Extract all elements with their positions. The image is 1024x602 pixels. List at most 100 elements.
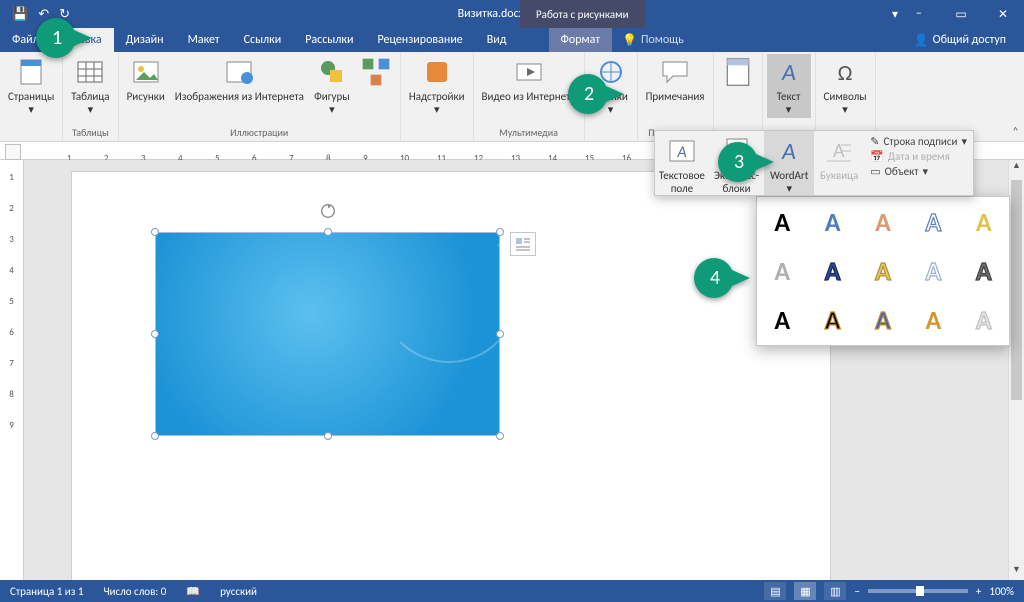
svg-text:Ω: Ω <box>838 59 853 86</box>
read-mode-button[interactable]: ▤ <box>764 582 786 600</box>
shapes-button[interactable]: Фигуры▾ <box>310 54 354 118</box>
svg-text:A: A <box>781 58 796 87</box>
resize-handle[interactable] <box>496 228 504 236</box>
page-indicator[interactable]: Страница 1 из 1 <box>10 585 83 598</box>
zoom-slider[interactable] <box>868 589 968 593</box>
datetime-button[interactable]: 📅Дата и время <box>870 150 967 163</box>
wordart-style-9[interactable]: A <box>908 246 958 295</box>
tab-view[interactable]: Вид <box>475 28 519 52</box>
selected-picture[interactable] <box>155 232 500 436</box>
zoom-in-button[interactable]: + <box>976 585 981 598</box>
symbols-button[interactable]: Ω Символы▾ <box>820 54 871 118</box>
dropcap-button[interactable]: A Буквица <box>814 131 864 195</box>
wordart-style-13[interactable]: A <box>858 296 908 345</box>
comments-button[interactable]: Примечания <box>642 54 709 105</box>
collapse-ribbon-icon[interactable]: ^ <box>1013 124 1018 137</box>
scroll-thumb[interactable] <box>1011 180 1022 400</box>
wordart-style-1[interactable]: A <box>757 197 807 246</box>
tab-format[interactable]: Формат <box>549 28 612 52</box>
vertical-scrollbar[interactable]: ▲ ▼ <box>1008 160 1024 580</box>
step-marker-3: 3 <box>716 140 776 186</box>
resize-handle[interactable] <box>151 228 159 236</box>
online-video-button[interactable]: Видео из Интернета <box>478 54 580 105</box>
dropcap-icon: A <box>823 135 855 167</box>
rotate-handle[interactable] <box>319 202 337 220</box>
step-marker-2: 2 <box>566 72 626 118</box>
scroll-up-icon[interactable]: ▲ <box>1009 160 1024 176</box>
resize-handle[interactable] <box>324 228 332 236</box>
pages-button[interactable]: Страницы▾ <box>4 54 58 118</box>
table-button[interactable]: Таблица▾ <box>67 54 113 118</box>
wordart-style-8[interactable]: A <box>858 246 908 295</box>
svg-text:A: A <box>781 137 796 166</box>
textbox-button[interactable]: A Текстовое поле <box>655 131 709 195</box>
object-button[interactable]: ▭Объект▾ <box>870 165 967 178</box>
wordart-style-15[interactable]: A <box>959 296 1009 345</box>
minimize-button[interactable]: − <box>898 0 940 28</box>
object-icon: ▭ <box>870 165 880 178</box>
share-button[interactable]: 👤 Общий доступ <box>904 33 1016 48</box>
signature-icon: ✎ <box>870 135 879 148</box>
signature-line-button[interactable]: ✎Строка подписи▾ <box>870 135 967 148</box>
ribbon: Страницы▾ Таблица▾ Таблицы Рисунки Изобр… <box>0 52 1024 142</box>
layout-options-button[interactable] <box>510 232 536 256</box>
word-count[interactable]: Число слов: 0 <box>103 585 166 598</box>
wordart-style-7[interactable]: A <box>807 246 857 295</box>
zoom-level[interactable]: 100% <box>989 585 1014 598</box>
save-icon[interactable]: 💾 <box>12 7 28 22</box>
textbox-icon: A <box>666 135 698 167</box>
window-buttons: − ▭ ✕ <box>898 0 1024 28</box>
pictures-icon <box>130 56 162 88</box>
wordart-style-12[interactable]: A <box>807 296 857 345</box>
titlebar: 💾 ↶ ↻ Визитка.docx - Word Работа с рисун… <box>0 0 1024 28</box>
text-group-button[interactable]: A Текст▾ <box>767 54 811 118</box>
resize-handle[interactable] <box>151 432 159 440</box>
tab-layout[interactable]: Макет <box>176 28 232 52</box>
wordart-style-10[interactable]: A <box>959 246 1009 295</box>
zoom-out-button[interactable]: − <box>854 585 859 598</box>
text-icon: A <box>773 56 805 88</box>
wordart-style-6[interactable]: A <box>757 246 807 295</box>
comment-icon <box>659 56 691 88</box>
online-pictures-button[interactable]: Изображения из Интернета <box>171 54 308 105</box>
language-indicator[interactable]: русский <box>220 585 257 598</box>
wordart-style-11[interactable]: A <box>757 296 807 345</box>
wordart-style-4[interactable]: A <box>908 197 958 246</box>
doc-name: Визитка.docx <box>458 7 524 21</box>
web-layout-button[interactable]: ▥ <box>824 582 846 600</box>
restore-button[interactable]: ▭ <box>940 0 982 28</box>
header-icon <box>722 56 754 88</box>
resize-handle[interactable] <box>496 330 504 338</box>
resize-handle[interactable] <box>151 330 159 338</box>
tab-mailings[interactable]: Рассылки <box>293 28 365 52</box>
wordart-gallery: AAAAAAAAAAAAAAA <box>756 196 1010 346</box>
text-group-popup: A Текстовое поле Экспресс-блоки A WordAr… <box>654 130 974 196</box>
status-bar: Страница 1 из 1 Число слов: 0 📖 русский … <box>0 580 1024 602</box>
shapes-icon <box>316 56 348 88</box>
tab-design[interactable]: Дизайн <box>114 28 176 52</box>
video-icon <box>513 56 545 88</box>
header-footer-button[interactable] <box>718 54 758 92</box>
person-icon: 👤 <box>914 33 929 48</box>
resize-handle[interactable] <box>496 432 504 440</box>
tab-references[interactable]: Ссылки <box>232 28 294 52</box>
smartart-button[interactable] <box>356 54 396 92</box>
close-button[interactable]: ✕ <box>982 0 1024 28</box>
tab-review[interactable]: Рецензирование <box>365 28 474 52</box>
resize-handle[interactable] <box>324 432 332 440</box>
wordart-style-3[interactable]: A <box>858 197 908 246</box>
wordart-style-2[interactable]: A <box>807 197 857 246</box>
pictures-button[interactable]: Рисунки <box>123 54 169 105</box>
print-layout-button[interactable]: ▦ <box>794 582 816 600</box>
addins-button[interactable]: Надстройки▾ <box>405 54 469 118</box>
wordart-icon: A <box>773 135 805 167</box>
scroll-down-icon[interactable]: ▼ <box>1009 564 1024 580</box>
addins-icon <box>421 56 453 88</box>
smartart-icon <box>360 56 392 88</box>
omega-icon: Ω <box>829 56 861 88</box>
vertical-ruler[interactable]: 123456789 <box>0 160 24 580</box>
tellme-box[interactable]: 💡 Помощь <box>612 33 694 48</box>
wordart-style-5[interactable]: A <box>959 197 1009 246</box>
wordart-style-14[interactable]: A <box>908 296 958 345</box>
proofing-icon[interactable]: 📖 <box>186 585 200 598</box>
